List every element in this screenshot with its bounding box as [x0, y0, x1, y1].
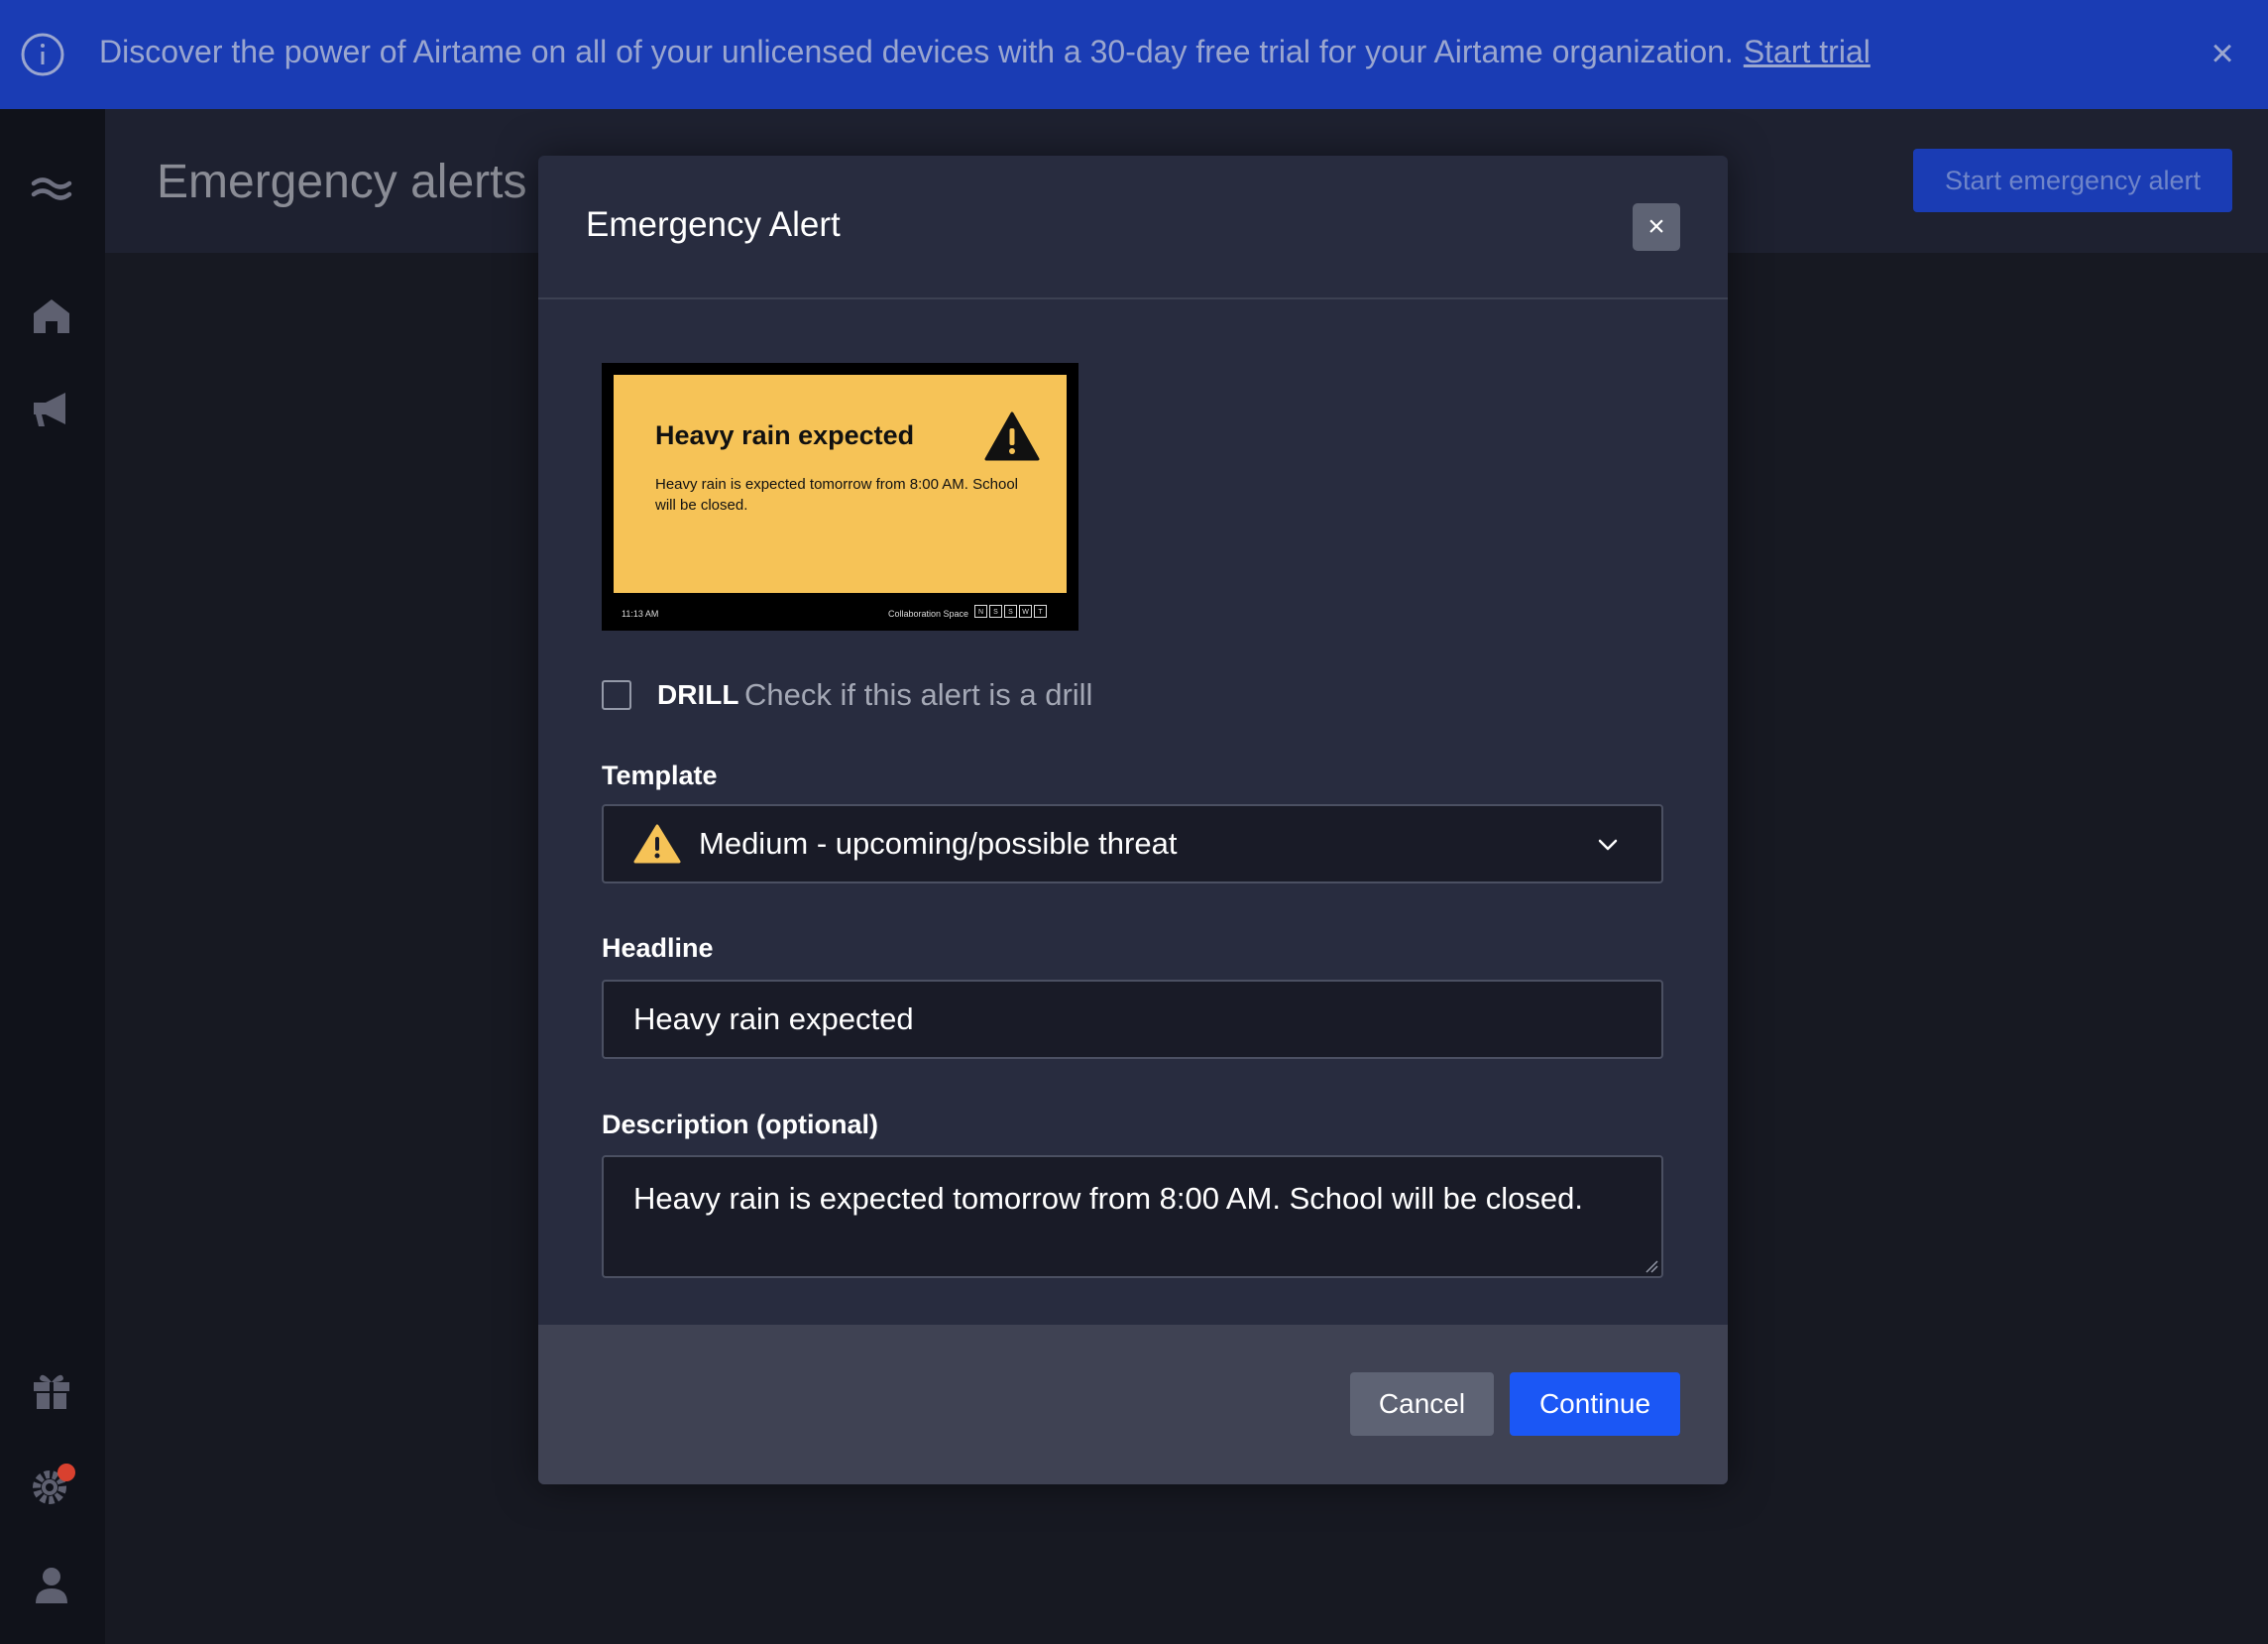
- template-label: Template: [602, 761, 718, 790]
- info-icon: [21, 33, 64, 76]
- preview-description: Heavy rain is expected tomorrow from 8:0…: [655, 476, 1018, 514]
- emergency-alert-dialog: Emergency Alert × Heavy rain expected He…: [538, 156, 1728, 1484]
- dialog-header: Emergency Alert ×: [538, 156, 1728, 299]
- drill-label: DRILL: [657, 679, 739, 710]
- preview-key: T: [1034, 605, 1047, 618]
- trial-banner: Discover the power of Airtame on all of …: [0, 0, 2268, 109]
- preview-keys: N S S W T: [974, 605, 1047, 618]
- drill-checkbox[interactable]: [602, 680, 631, 710]
- gift-icon[interactable]: [28, 1366, 75, 1414]
- start-emergency-alert-button[interactable]: Start emergency alert: [1913, 149, 2232, 212]
- page-title: Emergency alerts: [157, 156, 527, 208]
- sidebar: [0, 109, 105, 1644]
- resize-handle-icon[interactable]: [1644, 1259, 1658, 1273]
- preview-time: 11:13 AM: [622, 609, 659, 619]
- close-icon[interactable]: ×: [2203, 34, 2242, 73]
- alert-preview: Heavy rain expected Heavy rain is expect…: [602, 363, 1078, 631]
- cancel-button[interactable]: Cancel: [1350, 1372, 1494, 1436]
- template-value: Medium - upcoming/possible threat: [699, 826, 1178, 861]
- continue-button[interactable]: Continue: [1510, 1372, 1680, 1436]
- warning-icon: [633, 824, 681, 864]
- preview-key: W: [1019, 605, 1032, 618]
- dialog-footer: Cancel Continue: [538, 1325, 1728, 1484]
- notification-dot: [57, 1464, 75, 1481]
- start-trial-link[interactable]: Start trial: [1744, 34, 1871, 69]
- preview-headline: Heavy rain expected: [655, 420, 915, 450]
- headline-label: Headline: [602, 933, 714, 963]
- headline-input[interactable]: Heavy rain expected: [602, 980, 1663, 1059]
- preview-key: N: [974, 605, 987, 618]
- user-icon[interactable]: [28, 1562, 75, 1609]
- template-select[interactable]: Medium - upcoming/possible threat: [602, 804, 1663, 883]
- headline-value: Heavy rain expected: [633, 1001, 914, 1036]
- banner-message: Discover the power of Airtame on all of …: [99, 0, 1871, 109]
- drill-hint: Check if this alert is a drill: [744, 677, 1093, 712]
- home-icon[interactable]: [28, 292, 75, 339]
- description-label: Description (optional): [602, 1110, 878, 1139]
- preview-key: S: [1004, 605, 1017, 618]
- chevron-down-icon: [1598, 839, 1618, 851]
- preview-key: S: [989, 605, 1002, 618]
- preview-card: Heavy rain expected Heavy rain is expect…: [614, 375, 1067, 593]
- dialog-close-button[interactable]: ×: [1633, 203, 1680, 251]
- airtame-logo-icon[interactable]: [28, 165, 75, 212]
- banner-text: Discover the power of Airtame on all of …: [99, 34, 1734, 69]
- preview-space-name: Collaboration Space: [888, 609, 969, 619]
- dialog-title: Emergency Alert: [586, 205, 841, 244]
- warning-icon: [984, 411, 1040, 461]
- description-value: Heavy rain is expected tomorrow from 8:0…: [633, 1181, 1583, 1216]
- megaphone-icon[interactable]: [28, 385, 75, 432]
- gear-icon[interactable]: [28, 1463, 75, 1510]
- description-textarea[interactable]: Heavy rain is expected tomorrow from 8:0…: [602, 1155, 1663, 1278]
